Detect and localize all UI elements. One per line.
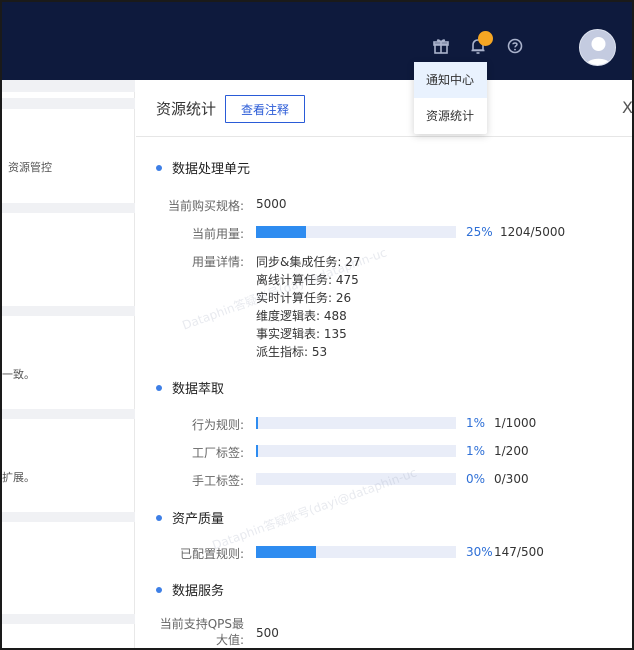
extract-ratio: 1/200 xyxy=(494,444,529,458)
left-snippet: 一致。 xyxy=(2,368,35,381)
divider xyxy=(2,512,135,522)
view-notes-button[interactable]: 查看注释 xyxy=(225,95,305,123)
extract-ratio: 0/300 xyxy=(494,472,529,486)
extract-ratio: 1/1000 xyxy=(494,416,537,430)
section-title-text: 资产质量 xyxy=(172,512,225,527)
purchased-label: 当前购买规格: xyxy=(167,199,244,213)
menu-item-resource-stats[interactable]: 资源统计 xyxy=(414,98,487,134)
extract-progress-fill xyxy=(256,445,258,457)
extract-row-label: 工厂标签: xyxy=(191,446,244,460)
bullet-icon xyxy=(156,514,162,521)
resource-stats-panel: 资源统计 查看注释 X 数据处理单元 当前购买规格: 5000 当前用量: 25… xyxy=(136,80,632,648)
divider xyxy=(2,409,135,419)
background-page: 资源管控 一致。 扩展。 xyxy=(2,80,135,648)
usage-detail-item: 实时计算任务: 26 xyxy=(256,291,352,305)
quality-progress-fill xyxy=(256,546,316,558)
extract-row-label: 手工标签: xyxy=(191,474,244,488)
close-icon[interactable]: X xyxy=(622,98,632,117)
divider xyxy=(2,306,135,316)
extract-progress-fill xyxy=(256,417,258,429)
menu-item-notification-center[interactable]: 通知中心 xyxy=(414,62,487,98)
section-extract-title: 数据萃取 xyxy=(156,378,224,397)
bullet-icon xyxy=(156,384,162,391)
extract-row-label: 行为规则: xyxy=(191,418,244,432)
usage-detail-item: 派生指标: 53 xyxy=(256,345,328,359)
qps-label: 当前支持QPS最大值: xyxy=(159,617,244,647)
usage-progress-bar xyxy=(256,226,456,238)
divider xyxy=(2,98,135,109)
left-snippet: 资源管控 xyxy=(8,161,52,174)
extract-percent: 1% xyxy=(466,444,486,458)
app-frame: 资源管控 一致。 扩展。 资源统计 查看注释 X 数据处理单元 当前购买规格: … xyxy=(0,0,634,650)
quality-percent: 30% xyxy=(466,545,493,559)
usage-progress-fill xyxy=(256,226,306,238)
top-header xyxy=(2,2,632,80)
usage-detail-item: 事实逻辑表: 135 xyxy=(256,327,347,341)
divider xyxy=(2,203,135,213)
avatar[interactable] xyxy=(579,29,616,66)
divider xyxy=(2,80,135,92)
extract-progress-bar xyxy=(256,445,456,457)
extract-percent: 1% xyxy=(466,416,486,430)
gift-icon[interactable] xyxy=(431,36,451,56)
notification-dropdown: 通知中心 资源统计 xyxy=(414,62,487,134)
usage-label: 当前用量: xyxy=(191,227,244,241)
bullet-icon xyxy=(156,164,162,171)
usage-detail-item: 同步&集成任务: 27 xyxy=(256,255,361,269)
usage-detail-label: 用量详情: xyxy=(191,255,244,269)
notification-badge xyxy=(478,31,493,46)
help-icon[interactable] xyxy=(505,36,525,56)
usage-ratio: 1204/5000 xyxy=(500,225,566,239)
quality-progress-bar xyxy=(256,546,456,558)
section-quality-title: 资产质量 xyxy=(156,508,224,527)
panel-header: 资源统计 查看注释 X xyxy=(136,80,632,137)
quality-label: 已配置规则: xyxy=(179,547,244,561)
left-snippet: 扩展。 xyxy=(2,471,35,484)
section-title-text: 数据萃取 xyxy=(172,382,225,397)
qps-value: 500 xyxy=(256,626,279,640)
panel-title: 资源统计 xyxy=(156,100,217,118)
bullet-icon xyxy=(156,586,162,593)
section-dpu-title: 数据处理单元 xyxy=(156,158,250,177)
usage-percent: 25% xyxy=(466,225,493,239)
quality-ratio: 147/500 xyxy=(494,545,544,559)
extract-percent: 0% xyxy=(466,472,486,486)
divider xyxy=(2,614,135,624)
purchased-value: 5000 xyxy=(256,197,287,211)
section-title-text: 数据服务 xyxy=(172,584,225,599)
section-service-title: 数据服务 xyxy=(156,580,224,599)
usage-detail-item: 维度逻辑表: 488 xyxy=(256,309,347,323)
section-title-text: 数据处理单元 xyxy=(172,162,251,177)
extract-progress-bar xyxy=(256,473,456,485)
extract-progress-bar xyxy=(256,417,456,429)
usage-detail-item: 离线计算任务: 475 xyxy=(256,273,359,287)
